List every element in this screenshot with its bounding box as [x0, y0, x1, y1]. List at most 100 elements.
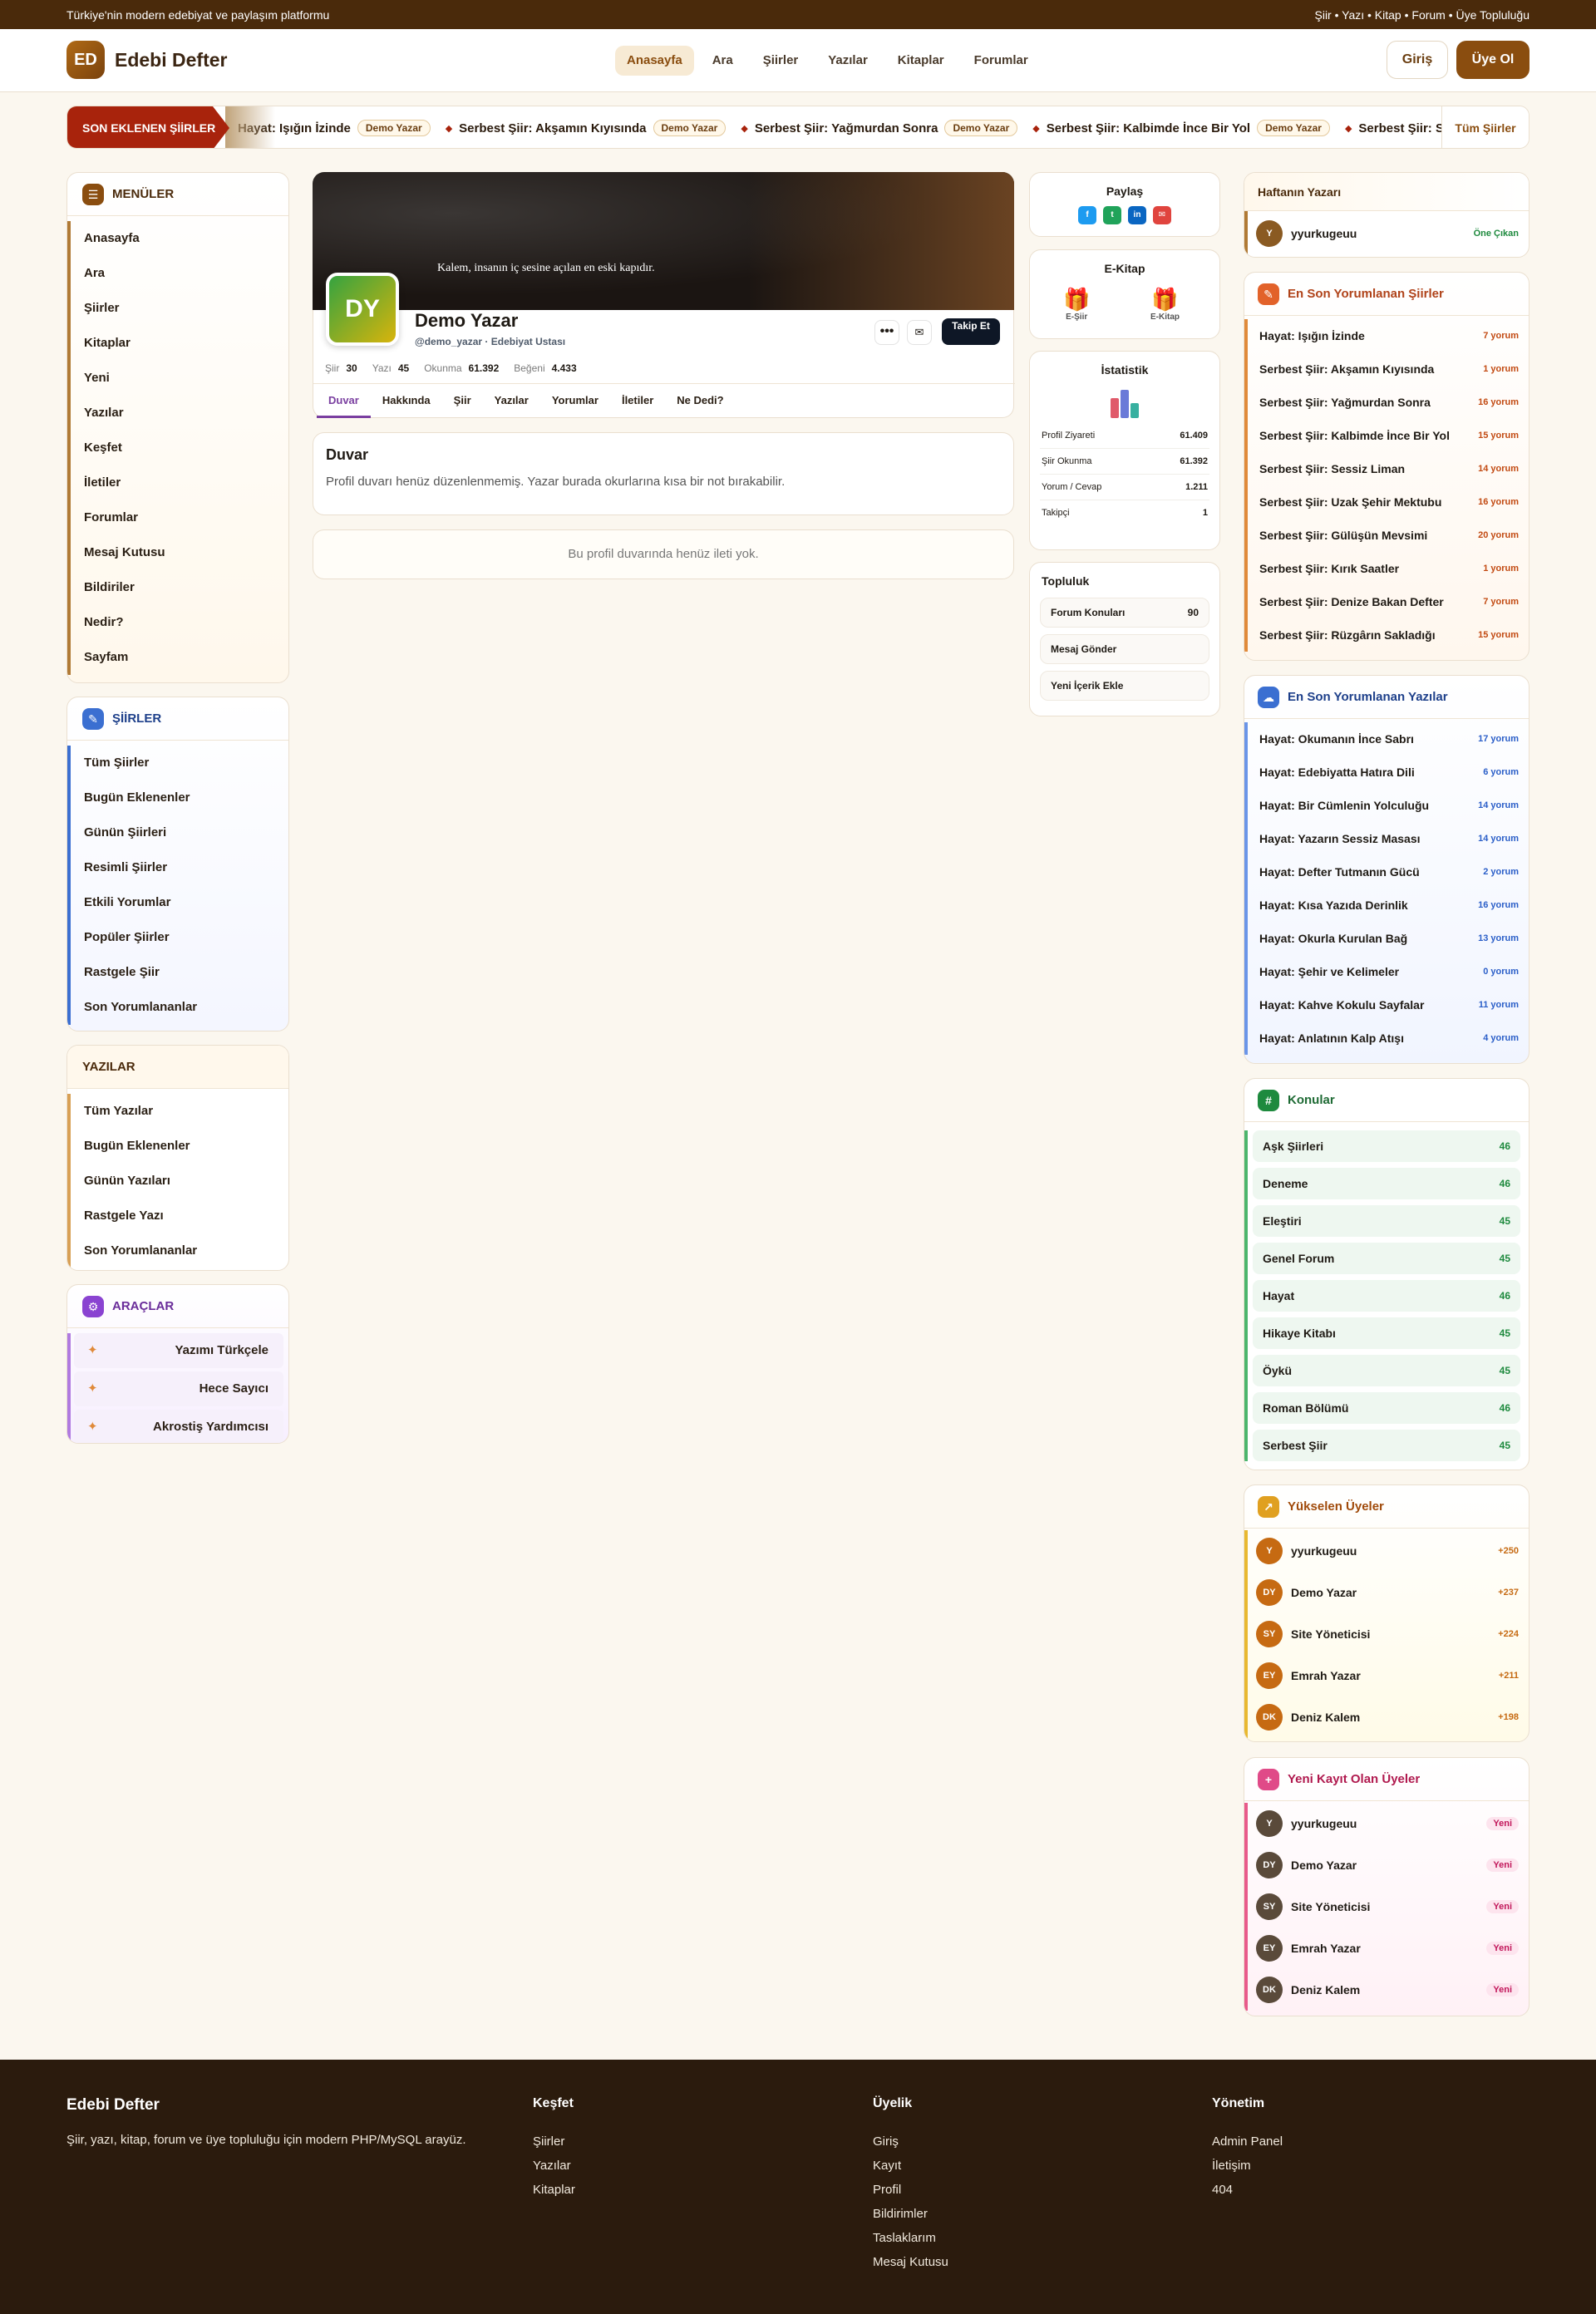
- footer-link[interactable]: Mesaj Kutusu: [873, 2255, 948, 2269]
- menu-item-mesaj-kutusu[interactable]: Mesaj Kutusu: [71, 535, 288, 570]
- ticker-author-pill[interactable]: Demo Yazar: [357, 120, 431, 136]
- more-button[interactable]: •••: [874, 320, 899, 345]
- ticker-author-pill[interactable]: Demo Yazar: [653, 120, 727, 136]
- tab-what-said[interactable]: Ne Dedi?: [665, 384, 735, 418]
- poems-item-random[interactable]: Rastgele Şiir: [71, 955, 288, 990]
- footer-link[interactable]: Bildirimler: [873, 2207, 948, 2221]
- footer-link[interactable]: Kayıt: [873, 2159, 948, 2173]
- list-item[interactable]: Hayat: Yazarın Sessiz Masası 14 yorum: [1248, 822, 1529, 855]
- member-row[interactable]: SY Site Yöneticisi +224: [1248, 1613, 1529, 1655]
- footer-link[interactable]: 404: [1212, 2183, 1283, 2197]
- footer-link[interactable]: Taslaklarım: [873, 2231, 948, 2245]
- logo-badge[interactable]: ED: [66, 41, 105, 79]
- poems-item-today[interactable]: Bugün Eklenenler: [71, 780, 288, 815]
- topic-item[interactable]: Genel Forum 45: [1253, 1243, 1520, 1274]
- nav-poems[interactable]: Şiirler: [751, 46, 810, 76]
- menu-item-nedir[interactable]: Nedir?: [71, 605, 288, 640]
- menu-item-kesfet[interactable]: Keşfet: [71, 431, 288, 465]
- member-row[interactable]: Yyyurkugeuu +250: [1248, 1530, 1529, 1572]
- list-item[interactable]: Serbest Şiir: Rüzgârın Sakladığı 15 yorum: [1248, 618, 1529, 652]
- topic-item[interactable]: Öykü 45: [1253, 1355, 1520, 1386]
- follow-button[interactable]: Takip Et: [942, 318, 1000, 345]
- list-item[interactable]: Hayat: Okurla Kurulan Bağ 13 yorum: [1248, 922, 1529, 955]
- all-poems-link[interactable]: Tüm Şiirler: [1441, 106, 1529, 148]
- linkedin-icon[interactable]: in: [1128, 206, 1146, 224]
- tool-turkcele[interactable]: ✦ Yazımı Türkçele: [74, 1333, 283, 1368]
- poems-item-effective-comments[interactable]: Etkili Yorumlar: [71, 885, 288, 920]
- logo-text[interactable]: Edebi Defter: [115, 49, 227, 71]
- topic-item[interactable]: Hikaye Kitabı 45: [1253, 1317, 1520, 1349]
- ticker-item-title[interactable]: Serbest Şiir: Yağmurdan Sonra: [755, 121, 938, 135]
- menu-item-yazilar[interactable]: Yazılar: [71, 396, 288, 431]
- menu-item-bildiriler[interactable]: Bildiriler: [71, 570, 288, 605]
- topic-item[interactable]: Aşk Şiirleri 46: [1253, 1130, 1520, 1162]
- twitter-icon[interactable]: t: [1103, 206, 1121, 224]
- poems-item-daily[interactable]: Günün Şiirleri: [71, 815, 288, 850]
- ticker-item[interactable]: ◆ Serbest Şiir: S: [1345, 121, 1444, 135]
- list-item[interactable]: Serbest Şiir: Denize Bakan Defter 7 yorum: [1248, 585, 1529, 618]
- ticker-item[interactable]: ◆ Serbest Şiir: Akşamın Kıyısında Demo Yaz…: [446, 120, 727, 136]
- member-row[interactable]: EY Emrah Yazar Yeni: [1248, 1928, 1529, 1969]
- list-item[interactable]: Serbest Şiir: Uzak Şehir Mektubu 16 yorum: [1248, 485, 1529, 519]
- tab-comments[interactable]: Yorumlar: [540, 384, 610, 418]
- community-send-message[interactable]: Mesaj Gönder: [1040, 634, 1209, 664]
- list-item[interactable]: Serbest Şiir: Kırık Saatler 1 yorum: [1248, 552, 1529, 585]
- list-item[interactable]: Hayat: Kısa Yazıda Derinlik 16 yorum: [1248, 889, 1529, 922]
- list-item[interactable]: Serbest Şiir: Kalbimde İnce Bir Yol 15 yo…: [1248, 419, 1529, 452]
- writings-item-all[interactable]: Tüm Yazılar: [71, 1094, 288, 1129]
- topic-item[interactable]: Hayat 46: [1253, 1280, 1520, 1312]
- ticker-item-title[interactable]: Serbest Şiir: Akşamın Kıyısında: [459, 121, 646, 135]
- nav-forums[interactable]: Forumlar: [963, 46, 1040, 76]
- list-item[interactable]: Serbest Şiir: Gülüşün Mevsimi 20 yorum: [1248, 519, 1529, 552]
- tool-syllable-counter[interactable]: ✦ Hece Sayıcı: [74, 1371, 283, 1406]
- member-row[interactable]: EY Emrah Yazar +211: [1248, 1655, 1529, 1696]
- footer-link[interactable]: İletişim: [1212, 2159, 1283, 2173]
- tab-writings[interactable]: Yazılar: [483, 384, 540, 418]
- tab-messages[interactable]: İletiler: [610, 384, 665, 418]
- footer-link[interactable]: Kitaplar: [533, 2183, 575, 2197]
- poems-item-popular[interactable]: Popüler Şiirler: [71, 920, 288, 955]
- poems-item-last-commented[interactable]: Son Yorumlananlar: [71, 990, 288, 1025]
- writings-item-last-commented[interactable]: Son Yorumlananlar: [71, 1233, 288, 1268]
- ticker-item-title[interactable]: Serbest Şiir: S: [1358, 121, 1444, 135]
- list-item[interactable]: Hayat: Okumanın İnce Sabrı 17 yorum: [1248, 722, 1529, 756]
- topic-item[interactable]: Roman Bölümü 46: [1253, 1392, 1520, 1424]
- tool-acrostic[interactable]: ✦ Akrostiş Yardımcısı: [74, 1410, 283, 1443]
- menu-item-forumlar[interactable]: Forumlar: [71, 500, 288, 535]
- menu-item-yeni[interactable]: Yeni: [71, 361, 288, 396]
- writings-item-random[interactable]: Rastgele Yazı: [71, 1199, 288, 1233]
- member-row[interactable]: DK Deniz Kalem Yeni: [1248, 1969, 1529, 2011]
- list-item[interactable]: Serbest Şiir: Sessiz Liman 14 yorum: [1248, 452, 1529, 485]
- nav-writings[interactable]: Yazılar: [816, 46, 879, 76]
- member-row[interactable]: DY Demo Yazar +237: [1248, 1572, 1529, 1613]
- list-item[interactable]: Hayat: Şehir ve Kelimeler 0 yorum: [1248, 955, 1529, 988]
- top-links[interactable]: Şiir • Yazı • Kitap • Forum • Üye Toplul…: [1315, 8, 1530, 22]
- topic-item[interactable]: Deneme 46: [1253, 1168, 1520, 1199]
- week-author-row[interactable]: Y yyurkugeuu Öne Çıkan: [1244, 211, 1529, 256]
- ticker-item[interactable]: ◆ Serbest Şiir: Yağmurdan Sonra Demo Yazar: [741, 120, 1018, 136]
- menu-item-iletiler[interactable]: İletiler: [71, 465, 288, 500]
- list-item[interactable]: Hayat: Bir Cümlenin Yolculuğu 14 yorum: [1248, 789, 1529, 822]
- list-item[interactable]: Hayat: Kahve Kokulu Sayfalar 11 yorum: [1248, 988, 1529, 1022]
- menu-item-kitaplar[interactable]: Kitaplar: [71, 326, 288, 361]
- menu-item-anasayfa[interactable]: Anasayfa: [71, 221, 288, 256]
- tab-poems[interactable]: Şiir: [442, 384, 483, 418]
- menu-item-siirler[interactable]: Şiirler: [71, 291, 288, 326]
- signup-button[interactable]: Üye Ol: [1456, 41, 1530, 79]
- menu-item-sayfam[interactable]: Sayfam: [71, 640, 288, 675]
- footer-link[interactable]: Profil: [873, 2183, 948, 2197]
- footer-link[interactable]: Admin Panel: [1212, 2134, 1283, 2149]
- writings-item-today[interactable]: Bugün Eklenenler: [71, 1129, 288, 1164]
- message-button[interactable]: ✉: [907, 320, 932, 345]
- ticker-item[interactable]: ◆ Serbest Şiir: Kalbimde İnce Bir Yol Demo…: [1032, 120, 1330, 136]
- community-forum-topics[interactable]: Forum Konuları 90: [1040, 598, 1209, 628]
- footer-link[interactable]: Yazılar: [533, 2159, 575, 2173]
- ticker-item-title[interactable]: Serbest Şiir: Kalbimde İnce Bir Yol: [1047, 121, 1250, 135]
- tab-about[interactable]: Hakkında: [371, 384, 442, 418]
- footer-link[interactable]: Giriş: [873, 2134, 948, 2149]
- tab-wall[interactable]: Duvar: [317, 384, 371, 418]
- ticker-author-pill[interactable]: Demo Yazar: [1257, 120, 1330, 136]
- list-item[interactable]: Hayat: Anlatının Kalp Atışı 4 yorum: [1248, 1022, 1529, 1055]
- topic-item[interactable]: Eleştiri 45: [1253, 1205, 1520, 1237]
- footer-link[interactable]: Şiirler: [533, 2134, 575, 2149]
